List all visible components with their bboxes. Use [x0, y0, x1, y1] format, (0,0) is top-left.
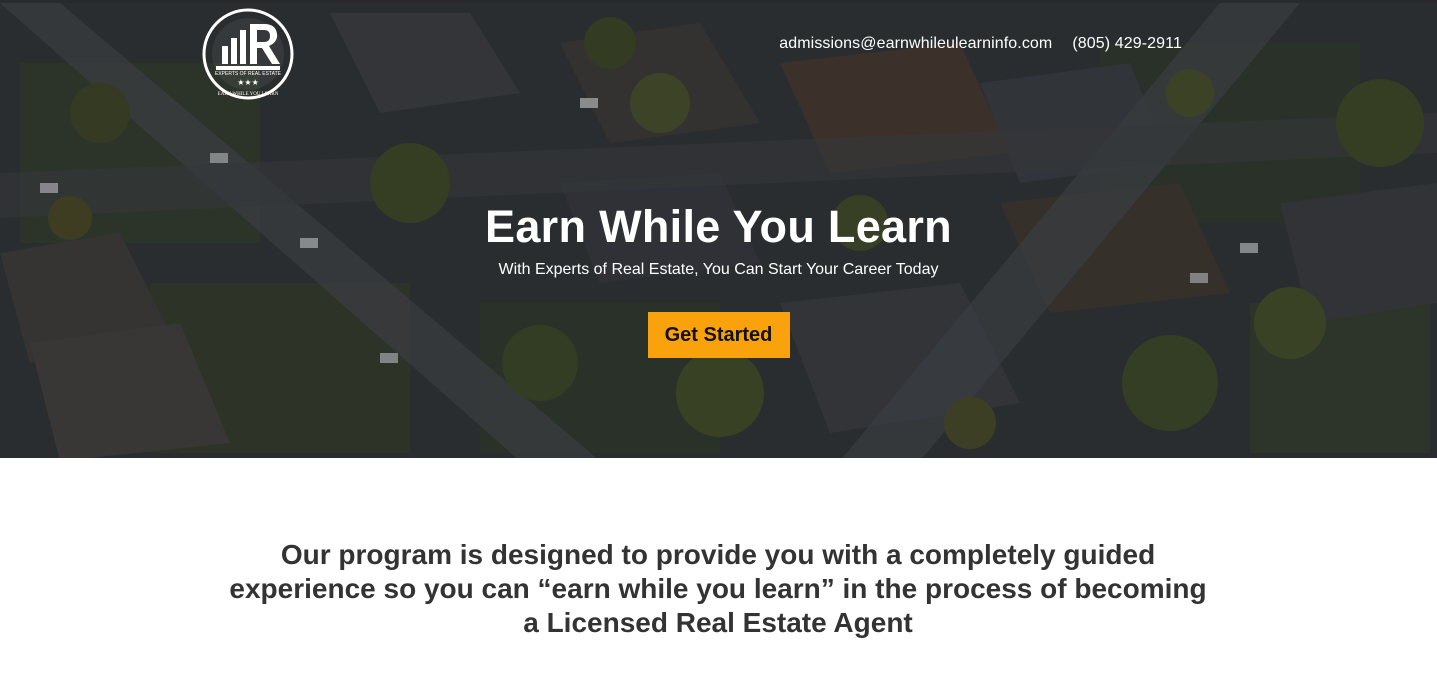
contact-info: admissions@earnwhileulearninfo.com (805)… [779, 35, 1182, 53]
hero-title: Earn While You Learn [485, 201, 952, 252]
hero-content: Earn While You Learn With Experts of Rea… [0, 199, 1437, 358]
logo-text-top: EXPERTS OF REAL ESTATE [215, 71, 282, 77]
email-link[interactable]: admissions@earnwhileulearninfo.com [779, 35, 1052, 53]
get-started-button[interactable]: Get Started [647, 312, 790, 358]
phone-link[interactable]: (805) 429-2911 [1072, 35, 1182, 53]
svg-text:★★★: ★★★ [237, 78, 259, 87]
real-estate-logo-icon[interactable]: EXPERTS OF REAL ESTATE ★★★ EARN WHILE YO… [202, 8, 294, 100]
program-description: Our program is designed to provide you w… [229, 539, 1207, 638]
logo-text-bottom: EARN WHILE YOU LEARN [218, 92, 279, 97]
hero-subtitle: With Experts of Real Estate, You Can Sta… [498, 261, 939, 278]
program-section: Our program is designed to provide you w… [0, 458, 1437, 698]
hero-section: EXPERTS OF REAL ESTATE ★★★ EARN WHILE YO… [0, 0, 1437, 458]
